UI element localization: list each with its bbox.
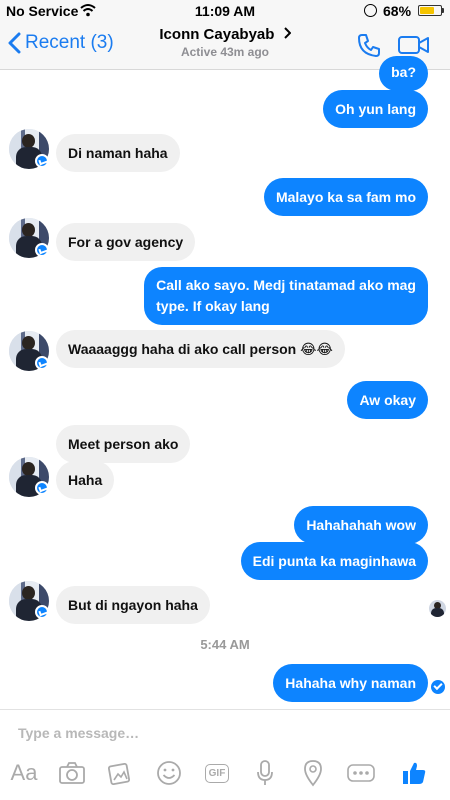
message-bubble-incoming[interactable]: Di naman haha	[56, 134, 180, 172]
microphone-icon[interactable]	[249, 757, 281, 789]
active-status: Active 43m ago	[180, 45, 270, 59]
messenger-badge-icon	[35, 154, 49, 168]
message-bubble-outgoing[interactable]: ba?	[379, 56, 428, 91]
battery-icon	[418, 5, 442, 16]
text-format-label: Aa	[10, 760, 38, 785]
delivered-check-icon	[431, 680, 445, 694]
messenger-badge-icon	[35, 605, 49, 619]
battery-fill	[420, 7, 434, 14]
message-line: Call ako sayo. Medj tinatamad ako mag	[156, 277, 416, 293]
message-bubble-outgoing[interactable]: Hahaha why naman	[273, 664, 428, 702]
rotation-lock-icon	[364, 4, 377, 17]
emoji-icon[interactable]	[153, 757, 185, 789]
composer-divider	[0, 709, 450, 710]
messenger-badge-icon	[35, 481, 49, 495]
message-bubble-outgoing[interactable]: Oh yun lang	[323, 90, 428, 128]
message-input[interactable]	[18, 722, 428, 744]
text-format-icon[interactable]: Aa	[8, 757, 40, 789]
composer-toolbar: Aa GIF	[0, 757, 450, 793]
seen-avatar	[429, 600, 446, 617]
location-icon[interactable]	[297, 757, 329, 789]
contact-name: Iconn Cayabyab	[159, 26, 275, 43]
message-bubble-outgoing[interactable]: Aw okay	[347, 381, 428, 419]
message-bubble-outgoing[interactable]: Hahahahah wow	[294, 506, 428, 544]
contact-title[interactable]: Iconn Cayabyab Active 43m ago	[0, 26, 450, 59]
message-timestamp: 5:44 AM	[200, 637, 250, 652]
battery-tip	[442, 8, 444, 13]
gif-label: GIF	[204, 763, 230, 783]
message-bubble-incoming[interactable]: For a gov agency	[56, 223, 196, 261]
messenger-badge-icon	[35, 243, 49, 257]
camera-icon[interactable]	[56, 757, 88, 789]
gif-icon[interactable]: GIF	[201, 757, 233, 789]
message-bubble-incoming[interactable]: Meet person ako	[56, 425, 191, 463]
more-icon[interactable]	[345, 757, 377, 789]
chevron-right-icon	[283, 27, 292, 39]
message-line: type. If okay lang	[156, 298, 270, 314]
message-bubble-incoming[interactable]: Haha	[56, 461, 115, 499]
message-bubble-outgoing[interactable]: Malayo ka sa fam mo	[263, 178, 428, 216]
phone-icon[interactable]	[356, 32, 382, 58]
messenger-badge-icon	[35, 356, 49, 370]
status-bar: No Service 11:09 AM 68%	[0, 0, 450, 22]
message-bubble-outgoing[interactable]: Edi punta ka maginhawa	[240, 542, 428, 580]
message-bubble-incoming[interactable]: But di ngayon haha	[56, 586, 210, 624]
video-camera-icon[interactable]	[398, 35, 430, 55]
battery-percent: 68%	[383, 3, 412, 19]
message-bubble-incoming[interactable]: Waaaaggg haha di ako call person 😂😂	[56, 330, 345, 368]
message-bubble-outgoing[interactable]: Call ako sayo. Medj tinatamad ako mag ty…	[144, 267, 428, 325]
like-icon[interactable]	[398, 757, 430, 789]
gallery-icon[interactable]	[104, 757, 136, 789]
